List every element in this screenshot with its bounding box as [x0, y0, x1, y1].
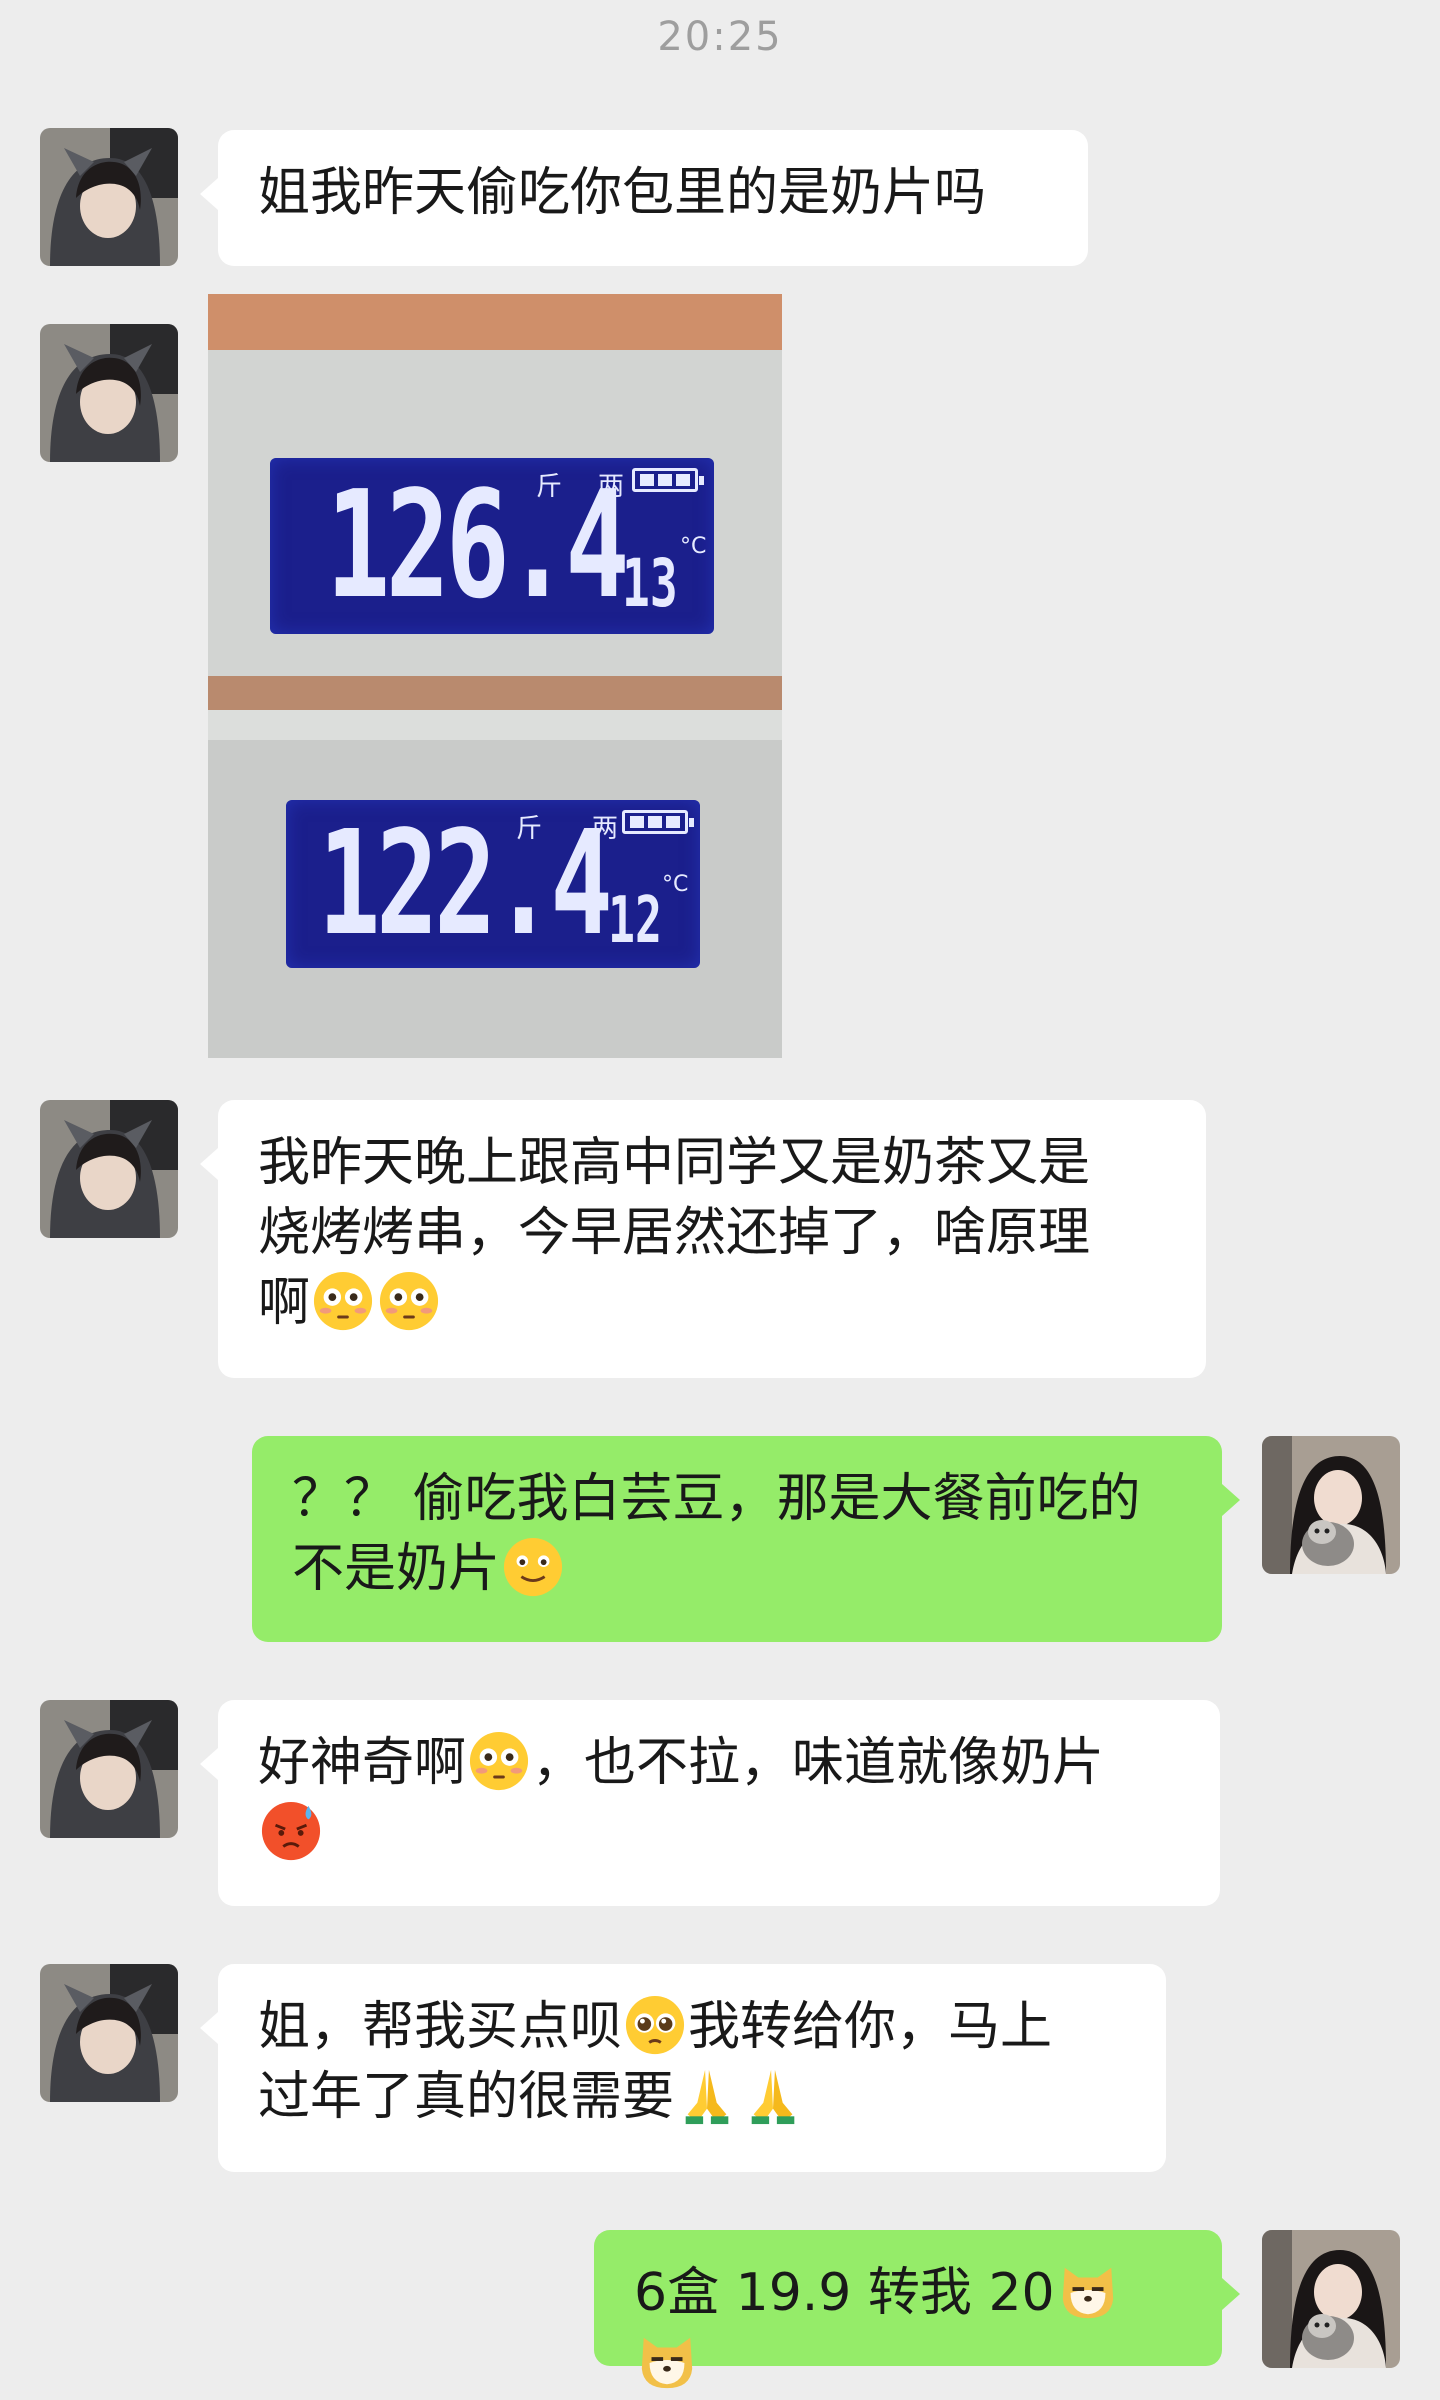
contact-avatar-image: [40, 324, 178, 462]
message-bubble-incoming[interactable]: 我昨天晚上跟高中同学又是奶茶又是 烧烤烤串，今早居然还掉了，啥原理 啊: [200, 1100, 1206, 1378]
flushed-face-icon: [379, 1271, 439, 1331]
unit-jin-label: 斤: [516, 814, 543, 844]
message-bubble-outgoing[interactable]: ？？ 偷吃我白芸豆，那是大餐前吃的 不是奶片: [252, 1436, 1240, 1642]
message-text-line: 烧烤烤串，今早居然还掉了，啥原理: [258, 1203, 1091, 1263]
contact-avatar-image: [40, 128, 178, 266]
temperature-unit-label: °C: [662, 872, 689, 897]
weight-reading: 122.4: [318, 799, 613, 967]
message-text: 我转给你，马上: [688, 1997, 1053, 2057]
user-avatar-image: [1262, 2230, 1400, 2368]
contact-avatar[interactable]: [40, 1964, 178, 2102]
temperature-reading: 12: [608, 884, 662, 958]
message-bubble-outgoing[interactable]: 6盒 19.9 转我 20: [594, 2230, 1240, 2389]
scale-panel-top: 126.4 斤 两 13 °C: [208, 294, 782, 676]
unit-jin-label: 斤: [536, 472, 563, 502]
user-avatar-image: [1262, 1436, 1400, 1574]
contact-avatar[interactable]: [40, 128, 178, 266]
contact-avatar-image: [40, 1700, 178, 1838]
contact-avatar-image: [40, 1964, 178, 2102]
message-bubble-incoming[interactable]: 姐我昨天偷吃你包里的是奶片吗: [200, 130, 1088, 266]
message-timestamp: 20:25: [657, 14, 783, 60]
folded-hands-icon: [751, 2069, 795, 2125]
doge-face-icon: [1062, 2267, 1113, 2319]
contact-avatar[interactable]: [40, 1700, 178, 1838]
unit-liang-label: 两: [592, 814, 619, 844]
user-avatar[interactable]: [1262, 2230, 1400, 2368]
message-bubble-incoming[interactable]: 好神奇啊 ，也不拉，味道就像奶片: [200, 1700, 1220, 1906]
message-text: 6盒 19.9 转我 20: [634, 2263, 1055, 2323]
message-text-line: 我昨天晚上跟高中同学又是奶茶又是: [258, 1133, 1091, 1193]
weight-reading: 126.4: [326, 459, 629, 631]
doge-face-icon: [641, 2337, 693, 2389]
scale-lcd-display: 122.4 斤 两 12 °C: [286, 800, 700, 968]
message-text: 好神奇啊: [258, 1733, 467, 1793]
scale-photo-image[interactable]: 126.4 斤 两 13 °C 122.4 斤 两 12 °C: [208, 294, 782, 1058]
contact-avatar-image: [40, 1100, 178, 1238]
folded-hands-icon: [685, 2069, 729, 2125]
battery-icon: [622, 810, 694, 834]
angry-sweat-face-icon: [261, 1801, 321, 1861]
flushed-face-icon: [313, 1271, 373, 1331]
message-text: 过年了真的很需要: [258, 2067, 675, 2127]
scale-panel-bottom: 122.4 斤 两 12 °C: [208, 676, 782, 1058]
contact-avatar[interactable]: [40, 1100, 178, 1238]
contact-avatar[interactable]: [40, 324, 178, 462]
unit-liang-label: 两: [598, 472, 625, 502]
flushed-face-icon: [469, 1731, 529, 1791]
temperature-unit-label: °C: [680, 534, 707, 559]
message-text: ，也不拉，味道就像奶片: [532, 1733, 1105, 1793]
message-text: 姐，帮我买点呗: [258, 1997, 623, 2057]
message-text-line: ？？ 偷吃我白芸豆，那是大餐前吃的: [292, 1469, 1141, 1529]
slight-smile-face-icon: [503, 1537, 563, 1597]
scale-lcd-display: 126.4 斤 两 13 °C: [270, 458, 714, 634]
message-text: 姐我昨天偷吃你包里的是奶片吗: [258, 163, 987, 223]
message-text-line: 不是奶片: [292, 1539, 501, 1599]
temperature-reading: 13: [622, 545, 678, 622]
user-avatar[interactable]: [1262, 1436, 1400, 1574]
battery-icon: [632, 468, 704, 492]
pleading-face-icon: [625, 1995, 685, 2055]
message-bubble-incoming[interactable]: 姐，帮我买点呗 我转给你，马上 过年了真的很需要: [200, 1964, 1166, 2172]
message-text-line: 啊: [258, 1273, 311, 1333]
